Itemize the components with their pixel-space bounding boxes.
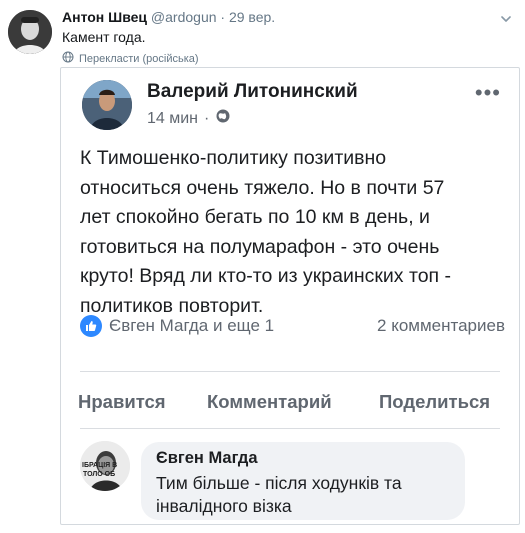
fb-author-name[interactable]: Валерий Литонинский <box>147 81 358 103</box>
comment-button[interactable]: Комментарий <box>207 391 332 413</box>
fb-post-body: К Тимошенко-политику позитивно относитьс… <box>80 144 510 321</box>
comment-bubble: Євген Магда Тим більше - після ходунків … <box>141 442 465 520</box>
divider <box>80 428 500 429</box>
tweet-text: Камент года. <box>62 29 146 45</box>
comment-line: інвалідного візка <box>156 496 292 516</box>
tweet-author-name[interactable]: Антон Швец <box>62 9 147 25</box>
fb-author-avatar <box>82 80 132 130</box>
commenter-avatar[interactable]: ІБРАЦІЯ В ТОЛО ОБ <box>80 441 130 491</box>
facebook-post-screenshot[interactable]: Валерий Литонинский 14 мин · ••• К Тимош… <box>60 67 520 525</box>
fb-post-meta: 14 мин · <box>147 108 231 129</box>
tweet-date[interactable]: 29 вер. <box>229 9 275 25</box>
divider <box>80 371 500 372</box>
comment-text: Тим більше - після ходунків та інвалідно… <box>156 472 456 518</box>
fb-post-time[interactable]: 14 мин <box>147 110 198 128</box>
tweet-author-avatar[interactable] <box>8 10 52 54</box>
tweet-separator: · <box>216 9 229 25</box>
more-options-icon[interactable]: ••• <box>475 82 501 104</box>
post-actions: Нравится Комментарий Поделиться <box>78 391 503 415</box>
commenter-name[interactable]: Євген Магда <box>156 449 258 468</box>
thumbs-up-icon[interactable] <box>80 315 102 337</box>
reactions-names[interactable]: Євген Магда и еще 1 <box>109 316 274 336</box>
chevron-down-icon[interactable] <box>499 12 513 26</box>
fb-body-line: относиться очень тяжело. Но в почти 57 <box>80 176 445 199</box>
commenter-avatar-caption: ТОЛО ОБ <box>83 471 115 478</box>
tweet: Антон Швец @ardogun · 29 вер. Камент год… <box>0 0 525 533</box>
globe-icon <box>62 51 74 66</box>
fb-body-line: лет спокойно бегать по 10 км в день, и <box>80 206 430 228</box>
fb-body-line: К Тимошенко-политику позитивно <box>80 147 387 169</box>
commenter-avatar-caption: ІБРАЦІЯ В <box>82 462 117 469</box>
share-button[interactable]: Поделиться <box>379 391 490 413</box>
globe-icon <box>215 108 231 129</box>
fb-body-line: круто! Вряд ли кто-то из украинских топ … <box>80 265 452 287</box>
tweet-header: Антон Швец @ardogun · 29 вер. <box>62 9 275 25</box>
fb-meta-separator: · <box>204 109 210 127</box>
like-button[interactable]: Нравится <box>78 391 166 413</box>
fb-body-line: готовиться на полумарафон - это очень <box>80 235 440 258</box>
reactions-bar: Євген Магда и еще 1 2 комментариев <box>80 314 505 338</box>
comment-line: Тим більше - після ходунків та <box>156 473 402 493</box>
comments-count[interactable]: 2 комментариев <box>377 316 505 336</box>
tweet-handle[interactable]: @ardogun <box>151 9 217 25</box>
translate-label: Перекласти (російська) <box>79 52 199 65</box>
translate-link[interactable]: Перекласти (російська) <box>62 51 199 66</box>
